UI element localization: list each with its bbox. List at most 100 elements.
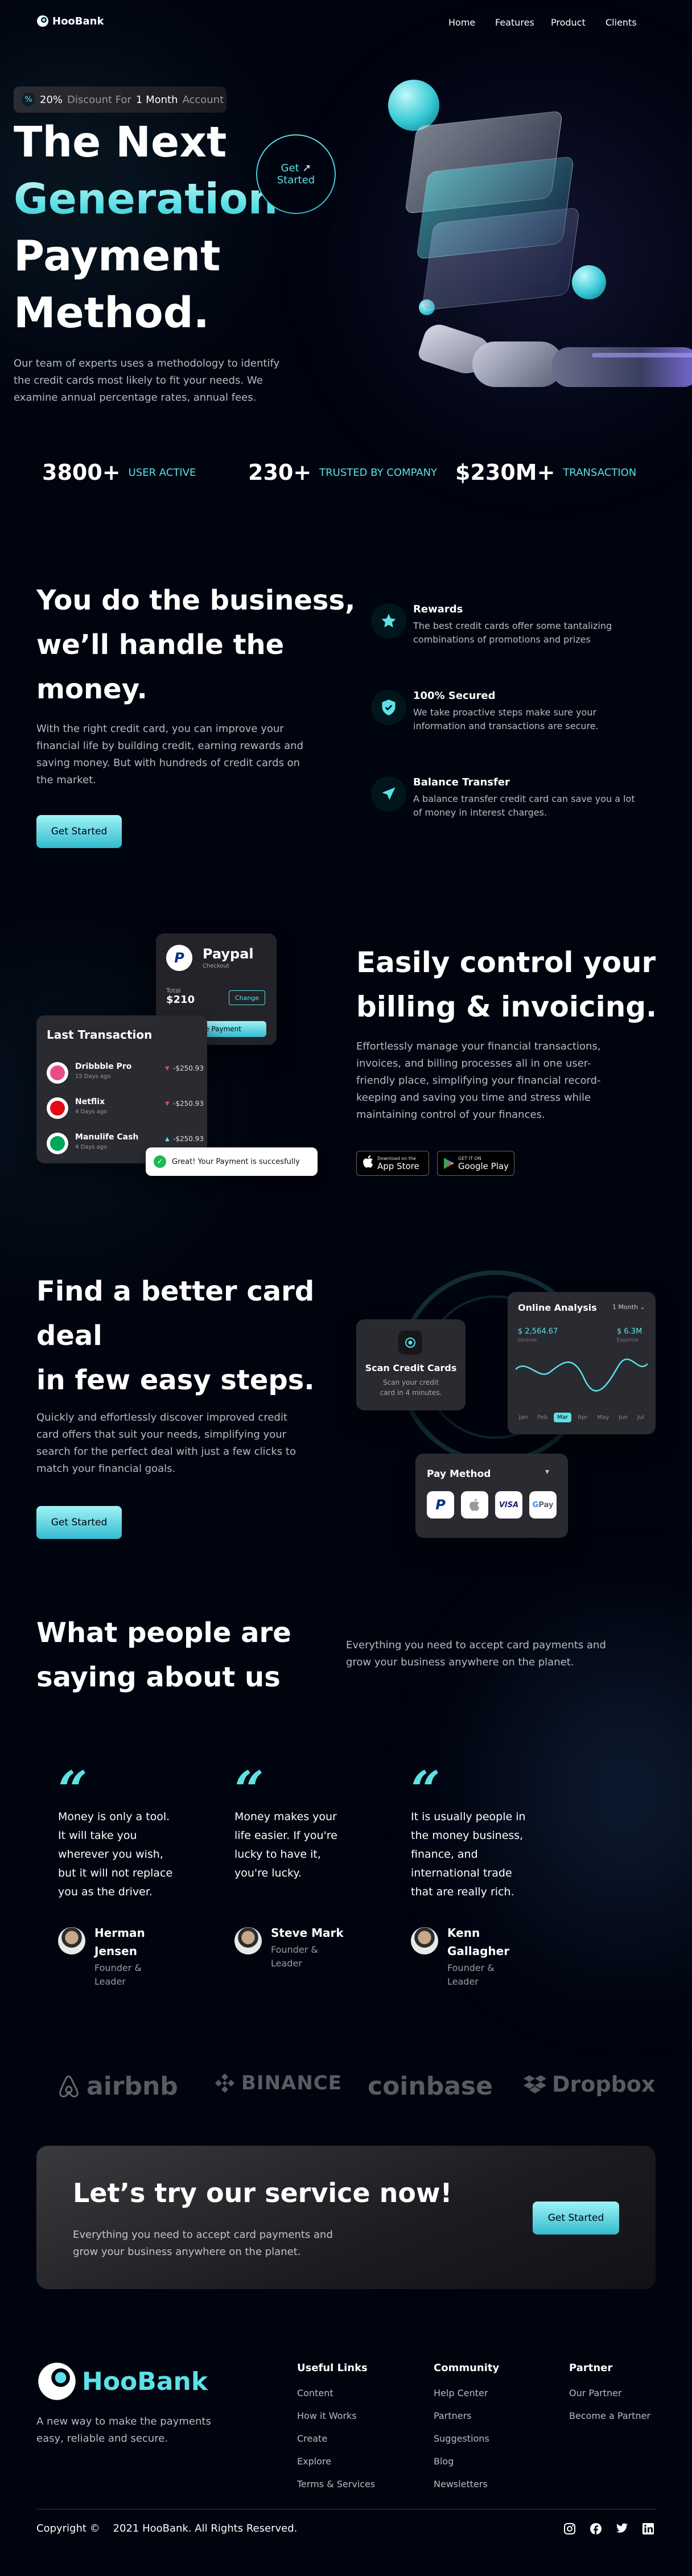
apple-icon xyxy=(363,1155,374,1171)
transaction-row[interactable]: Netflix 4 Days ago ▼ -$250.93 xyxy=(47,1096,204,1121)
testimonial-name: Kenn Gallagher xyxy=(447,1924,509,1960)
linkedin-icon[interactable] xyxy=(642,2522,654,2535)
steps-get-started-button[interactable]: Get Started xyxy=(36,1506,122,1539)
analysis-line-chart xyxy=(516,1358,648,1392)
arrow-up-icon: ↗ xyxy=(302,162,311,174)
last-transaction-card: Last Transaction Dribbble Pro 15 Days ago… xyxy=(36,1015,207,1163)
analysis-title: Online Analysis xyxy=(518,1302,597,1313)
name-line1: Herman xyxy=(94,1926,145,1940)
stat-users-label: USER ACTIVE xyxy=(128,466,196,479)
google-play-button[interactable]: GET IT ON Google Play xyxy=(437,1151,514,1176)
analysis-month[interactable]: Apr xyxy=(574,1413,591,1422)
footer-link-our-partner[interactable]: Our Partner xyxy=(569,2388,622,2398)
cta-get-started-button[interactable]: Get Started xyxy=(533,2201,619,2235)
binance-icon xyxy=(215,2073,234,2093)
copyright: Copyright © 2021 HooBank. All Rights Res… xyxy=(36,2522,298,2534)
footer-link-help[interactable]: Help Center xyxy=(434,2388,488,2398)
footer-link-newsletters[interactable]: Newsletters xyxy=(434,2479,488,2489)
brand-logo[interactable]: HooBank xyxy=(36,15,104,27)
testimonial-line: you're lucky. xyxy=(234,1867,302,1879)
star-icon xyxy=(381,614,396,628)
role-line1: Founder & xyxy=(94,1962,142,1973)
analysis-month[interactable]: Jan xyxy=(516,1413,531,1422)
testimonial-line: but it will not replace xyxy=(58,1867,173,1879)
cta-title: Let’s try our service now! xyxy=(73,2178,452,2208)
analysis-month[interactable]: May xyxy=(594,1413,613,1422)
footer-link-create[interactable]: Create xyxy=(297,2433,327,2444)
badge-text: Discount For xyxy=(67,93,131,106)
chevron-down-icon[interactable]: ▾ xyxy=(545,1467,549,1476)
analysis-left-value: $ 2,564.67 xyxy=(518,1327,558,1336)
app-store-button[interactable]: Download on the App Store xyxy=(356,1151,429,1176)
footer-link-content[interactable]: Content xyxy=(297,2388,333,2398)
footer-link-explore[interactable]: Explore xyxy=(297,2456,331,2467)
coinbase-logo: coinbase xyxy=(368,2072,493,2101)
analysis-month[interactable]: Jul xyxy=(634,1413,648,1422)
badge-account: Account xyxy=(182,93,224,106)
pay-method-title: Pay Method xyxy=(427,1468,491,1480)
hero-description: Our team of experts uses a methodology t… xyxy=(14,357,280,404)
testimonial-text: It is usually people in the money busines… xyxy=(411,1808,547,1902)
sphere-right xyxy=(572,265,606,299)
footer-col-partner-title: Partner xyxy=(569,2362,613,2374)
business-title-line1: You do the business, xyxy=(36,585,356,616)
footer-link-terms[interactable]: Terms & Services xyxy=(297,2479,375,2489)
instagram-icon[interactable] xyxy=(563,2522,576,2535)
testimonial-text: Money is only a tool. It will take you whe… xyxy=(58,1808,195,1902)
scan-desc: Scan your credit card in 4 minutes. xyxy=(380,1378,442,1397)
transaction-row[interactable]: Dribbble Pro 15 Days ago ▼ -$250.93 xyxy=(47,1061,204,1086)
stat-users-value: 3800+ xyxy=(42,460,121,485)
shield-icon xyxy=(382,699,396,715)
sphere-top xyxy=(388,80,439,131)
app-store-big: App Store xyxy=(377,1161,419,1171)
hero-title: The Next Generation Payment Method. xyxy=(14,114,278,341)
footer-tagline: A new way to make the payments easy, rel… xyxy=(36,2415,211,2445)
footer-link-blog[interactable]: Blog xyxy=(434,2456,454,2467)
role-line2: Leader xyxy=(271,1958,302,1969)
scan-title: Scan Credit Cards xyxy=(365,1363,457,1373)
analysis-period[interactable]: 1 Month ⌄ xyxy=(612,1303,645,1311)
role-line1: Founder & xyxy=(271,1944,318,1955)
analysis-right-value: $ 6.3M xyxy=(617,1327,642,1336)
avatar xyxy=(58,1927,85,1954)
footer-logo[interactable]: HooBank xyxy=(36,2361,208,2402)
testimonials-title-line2: saying about us xyxy=(36,1661,281,1693)
analysis-period-label: 1 Month xyxy=(612,1303,638,1311)
footer-link-partners[interactable]: Partners xyxy=(434,2410,471,2421)
apple-pay-icon[interactable] xyxy=(461,1491,488,1519)
paypal-total: $210 xyxy=(166,994,195,1006)
visa-icon[interactable]: VISA xyxy=(495,1491,522,1519)
paypal-change-button[interactable]: Change xyxy=(229,990,265,1005)
footer-link-suggestions[interactable]: Suggestions xyxy=(434,2433,489,2444)
nav-clients[interactable]: Clients xyxy=(606,17,637,28)
testimonial-line: Money makes your xyxy=(234,1810,337,1823)
testimonial-line: Money is only a tool. xyxy=(58,1810,170,1823)
testimonial-line: international trade xyxy=(411,1867,512,1879)
nav-features[interactable]: Features xyxy=(495,17,534,28)
stat-companies-value: 230+ xyxy=(248,460,312,485)
hero-title-line4: Method. xyxy=(14,289,209,338)
testimonial-line: wherever you wish, xyxy=(58,1848,163,1861)
analysis-month[interactable]: Mar xyxy=(554,1413,572,1422)
google-play-big: Google Play xyxy=(458,1161,509,1171)
role-line2: Leader xyxy=(94,1976,126,1987)
payment-toast: ✓ Great! Your Payment is succesfully xyxy=(146,1147,318,1176)
stat-transactions-label: TRANSACTION xyxy=(563,466,637,479)
facebook-icon[interactable] xyxy=(590,2522,602,2535)
gpay-icon[interactable]: G Pay xyxy=(529,1491,557,1519)
testimonial-line: that are really rich. xyxy=(411,1886,514,1898)
business-description: With the right credit card, you can impr… xyxy=(36,723,303,786)
steps-title-line3: in few easy steps. xyxy=(36,1364,315,1396)
analysis-month[interactable]: Jun xyxy=(615,1413,631,1422)
analysis-month[interactable]: Feb xyxy=(534,1413,551,1422)
nav-product[interactable]: Product xyxy=(551,17,586,28)
twitter-icon[interactable] xyxy=(616,2522,628,2535)
nav-home[interactable]: Home xyxy=(448,17,475,28)
footer-link-how[interactable]: How it Works xyxy=(297,2410,357,2421)
hero-get-started-button[interactable]: Get ↗ Started xyxy=(256,134,336,214)
paypal-method-icon[interactable]: P xyxy=(427,1491,454,1519)
footer-link-become-partner[interactable]: Become a Partner xyxy=(569,2410,650,2421)
business-get-started-button[interactable]: Get Started xyxy=(36,815,122,848)
badge-percent: 20% xyxy=(40,93,63,106)
testimonial-text: Money makes your life easier. If you're lu… xyxy=(234,1808,371,1883)
